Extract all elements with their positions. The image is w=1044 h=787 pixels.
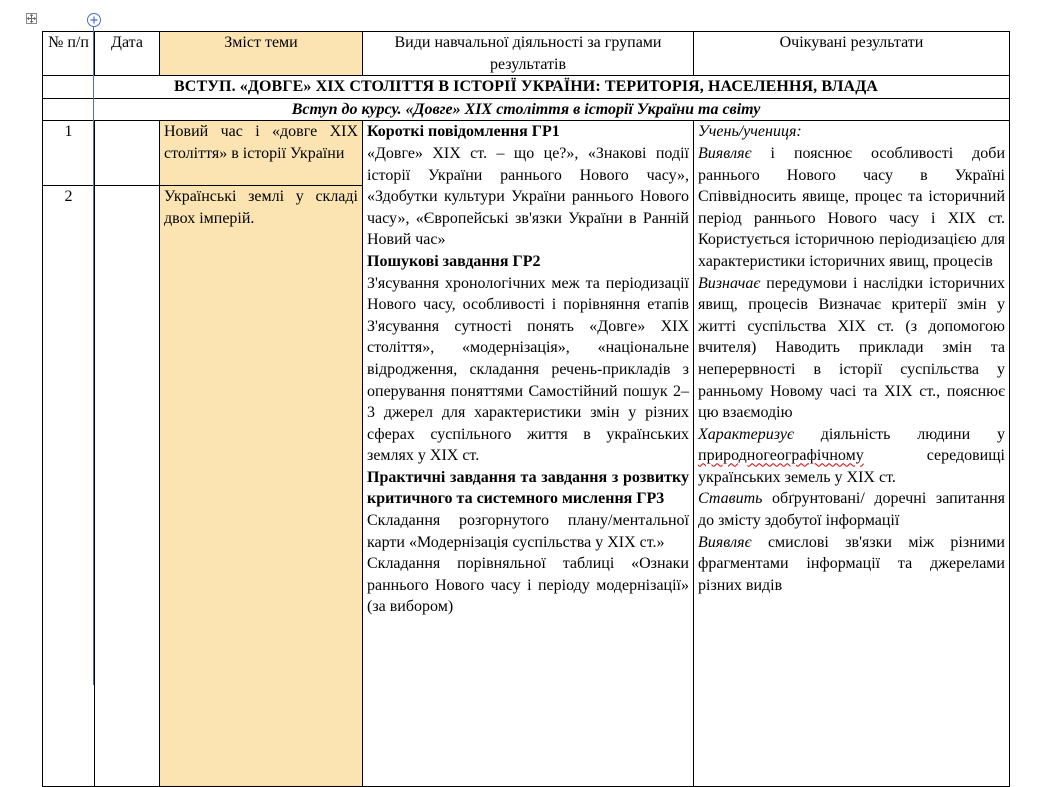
- header-activities: Види навчальної діяльності за групами ре…: [362, 30, 694, 77]
- header-date: Дата: [94, 30, 160, 77]
- result-verb: Ставить: [698, 490, 763, 508]
- result-item: Виявляє смислові зв'язки між різними фра…: [698, 532, 1005, 597]
- result-item: Визначає передумови і наслідки історични…: [698, 273, 1005, 424]
- gr2-title: Пошукові завдання ГР2: [367, 252, 541, 270]
- row-date: [94, 185, 160, 787]
- result-verb: Виявляє: [698, 144, 752, 162]
- row-topic: Українські землі у складі двох імперій.: [159, 185, 363, 787]
- header-topic: Зміст теми: [159, 30, 363, 77]
- result-verb: Характеризує: [698, 425, 794, 443]
- table-move-handle-icon[interactable]: [26, 13, 37, 24]
- results-cell: Учень/учениця: Виявляє і пояснює особлив…: [693, 120, 1010, 787]
- table-row: 1 Новий час і «довге ХІХ століття» в іст…: [42, 120, 1010, 787]
- column-insert-guide-line: [93, 26, 94, 685]
- gr3-text-2: Складання порівняльної таблиці «Ознаки р…: [367, 555, 689, 616]
- header-results: Очікувані результати: [693, 30, 1010, 77]
- result-item: Виявляє і пояснює особливості доби раннь…: [698, 143, 1005, 273]
- result-text: діяльність людини у: [793, 425, 1005, 443]
- gr3-text-1: Складання розгорнутого плану/ментальної …: [367, 512, 689, 551]
- spellcheck-flagged-word: природногеографічному: [698, 447, 864, 465]
- section-title: ВСТУП. «ДОВГЕ» ХІХ СТОЛІТТЯ В ІСТОРІЇ УК…: [42, 75, 1010, 99]
- gr1-title: Короткі повідомлення ГР1: [367, 123, 560, 141]
- gr3-title: Практичні завдання та завдання з розвитк…: [367, 468, 689, 508]
- row-topic: Новий час і «довге ХІХ століття» в істор…: [159, 120, 363, 187]
- section-row: ВСТУП. «ДОВГЕ» ХІХ СТОЛІТТЯ В ІСТОРІЇ УК…: [42, 75, 1010, 99]
- activities-cell: Короткі повідомлення ГР1 «Довге» ХІХ ст.…: [362, 120, 694, 787]
- row-num: 2: [42, 185, 95, 787]
- header-num: № п/п: [42, 30, 95, 77]
- results-intro: Учень/учениця:: [698, 123, 802, 141]
- result-text: і пояснює особливості доби раннього Ново…: [698, 144, 1005, 270]
- subsection-title: Вступ до курсу. «Довге» ХІХ століття в і…: [42, 97, 1010, 122]
- subsection-row: Вступ до курсу. «Довге» ХІХ століття в і…: [42, 97, 1010, 122]
- gr1-text: «Довге» ХІХ ст. – що це?», «Знакові поді…: [367, 144, 689, 249]
- result-verb: Виявляє: [698, 533, 752, 551]
- row-num: 1: [42, 120, 95, 187]
- result-item: Ставить обґрунтовані/ доречні запитання …: [698, 488, 1005, 531]
- row-date: [94, 120, 160, 187]
- gr2-text: З'ясування хронологічних меж та періодиз…: [367, 274, 689, 465]
- lesson-plan-table: № п/п Дата Зміст теми Види навчальної ді…: [42, 30, 1010, 787]
- insert-column-plus-icon[interactable]: [87, 13, 101, 27]
- result-text: передумови і наслідки історичних явищ, п…: [698, 274, 1005, 422]
- result-verb: Визначає: [698, 274, 761, 292]
- table-header-row: № п/п Дата Зміст теми Види навчальної ді…: [42, 30, 1010, 77]
- result-item: Характеризує діяльність людини у природн…: [698, 424, 1005, 489]
